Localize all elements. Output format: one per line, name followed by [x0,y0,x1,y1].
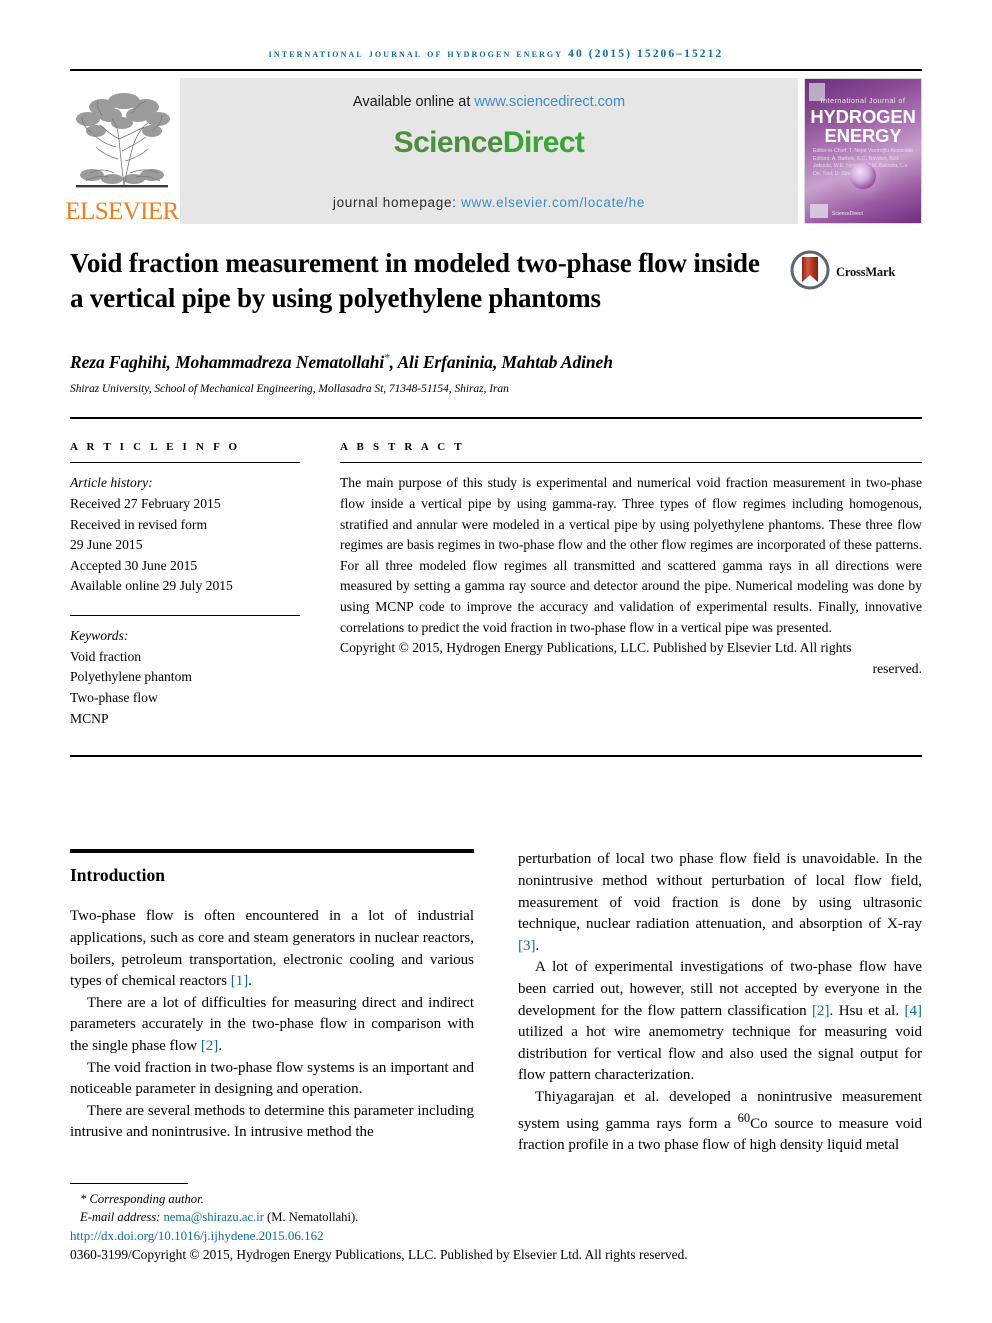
cover-footer-text: ScienceDirect [832,210,863,217]
journal-homepage-link[interactable]: www.elsevier.com/locate/he [461,195,645,210]
available-online-label: Available online at [352,94,475,110]
article-history: Article history: Received 27 February 20… [70,473,300,597]
introduction-heading: Introduction [70,865,165,886]
cover-sphere-graphic [850,163,876,189]
paragraph: A lot of experimental investigations of … [518,959,923,1084]
citation-link[interactable]: [1] [231,973,249,989]
sciencedirect-logo-science: Science [393,126,504,159]
history-line: Received 27 February 2015 [70,495,221,511]
available-online-line: Available online at www.sciencedirect.co… [353,94,625,110]
page-title: Void fraction measurement in modeled two… [70,248,760,314]
journal-homepage-line: journal homepage: www.elsevier.com/locat… [180,195,798,210]
sciencedirect-link[interactable]: www.sciencedirect.com [474,94,625,110]
article-info-rule [70,462,300,464]
email-link[interactable]: nema@shirazu.ac.ir [163,1210,263,1224]
article-info-column: A R T I C L E I N F O Article history: R… [70,441,300,729]
abstract-copyright: Copyright © 2015, Hydrogen Energy Public… [340,640,852,656]
title-block: Void fraction measurement in modeled two… [70,246,922,316]
footnote-rule [70,1182,188,1184]
keyword-item: MCNP [70,710,109,726]
journal-cover-image: International Journal of HYDROGEN ENERGY… [804,78,922,224]
journal-masthead: ELSEVIER Available online at www.science… [65,78,922,224]
cover-title-line2: ENERGY [824,125,902,146]
authors-pre: Reza Faghihi, Mohammadreza Nematollahi [70,352,385,373]
keyword-item: Polyethylene phantom [70,669,192,685]
cover-association-badge-icon [810,204,828,218]
body-column-left: Introduction Two-phase flow is often enc… [70,849,474,1156]
mid-rule [70,417,922,420]
abstract-heading: A B S T R A C T [340,441,465,454]
sciencedirect-banner: Available online at www.sciencedirect.co… [180,78,798,224]
top-rule [70,69,922,71]
paragraph: There are a lot of difficulties for meas… [70,994,474,1054]
corresponding-author-note: * Corresponding author. [80,1191,204,1206]
history-line: Available online 29 July 2015 [70,578,233,594]
keywords-list: Keywords: Void fraction Polyethylene pha… [70,626,300,729]
article-history-label: Article history: [70,475,153,491]
elsevier-logo: ELSEVIER [65,78,179,224]
crossmark-icon [790,250,830,295]
crossmark-badge[interactable]: CrossMark [790,250,922,295]
body-column-right: perturbation of local two phase flow fie… [518,849,922,1156]
citation-link[interactable]: [2] [812,1003,830,1019]
abstract-text: The main purpose of this study is experi… [340,475,922,635]
sciencedirect-logo-direct: Direct [502,126,585,159]
paragraph: Two-phase flow is often encountered in a… [70,908,474,990]
paragraph: Thiyagarajan et al. developed a nonintru… [518,1088,922,1154]
paragraph: There are several methods to determine t… [70,1102,474,1141]
page-footnote: * Corresponding author. E-mail address: … [70,1182,770,1264]
elsevier-wordmark: ELSEVIER [65,198,179,225]
citation-link[interactable]: [4] [905,1003,923,1019]
abstract-copyright-tail: reserved. [872,661,922,677]
abstract-column: A B S T R A C T The main purpose of this… [340,441,922,729]
keywords-rule [70,615,300,617]
doi-link[interactable]: http://dx.doi.org/10.1016/j.ijhydene.201… [70,1228,770,1244]
history-line: 29 June 2015 [70,537,143,553]
info-abstract-section: A R T I C L E I N F O Article history: R… [70,441,922,729]
citation-link[interactable]: [2] [201,1038,219,1054]
affiliation: Shiraz University, School of Mechanical … [70,383,509,396]
crossmark-label: CrossMark [836,265,896,279]
issn-copyright-line: 0360-3199/Copyright © 2015, Hydrogen Ene… [70,1247,688,1262]
paragraph: perturbation of local two phase flow fie… [518,851,922,954]
keyword-item: Two-phase flow [70,690,158,706]
authors-post: , Ali Erfaninia, Mahtab Adineh [389,352,613,373]
email-label: E-mail address: [80,1209,164,1224]
sciencedirect-logo[interactable]: ScienceDirect [394,126,585,160]
author-list: Reza Faghihi, Mohammadreza Nematollahi*,… [70,352,922,373]
body-columns: Introduction Two-phase flow is often enc… [70,849,922,1156]
keywords-block: Keywords: Void fraction Polyethylene pha… [70,615,300,729]
email-suffix: (M. Nematollahi). [263,1209,359,1224]
keyword-item: Void fraction [70,648,142,664]
elsevier-tree-icon [72,89,172,197]
citation-link[interactable]: [3] [518,938,536,954]
article-page: International Journal of Hydrogen Energy… [0,0,992,1323]
email-line: E-mail address: nema@shirazu.ac.ir (M. N… [70,1208,770,1226]
cover-pretitle: International Journal of [820,96,906,105]
article-info-heading: A R T I C L E I N F O [70,441,241,454]
abstract-rule [340,462,922,464]
history-line: Received in revised form [70,516,208,532]
running-head: International Journal of Hydrogen Energy… [268,48,724,60]
keywords-label: Keywords: [70,628,129,644]
bottom-rule [70,755,922,758]
history-line: Accepted 30 June 2015 [70,557,198,573]
paragraph: The void fraction in two-phase flow syst… [70,1059,474,1098]
journal-homepage-label: journal homepage: [332,195,462,210]
introduction-rule [70,849,474,854]
